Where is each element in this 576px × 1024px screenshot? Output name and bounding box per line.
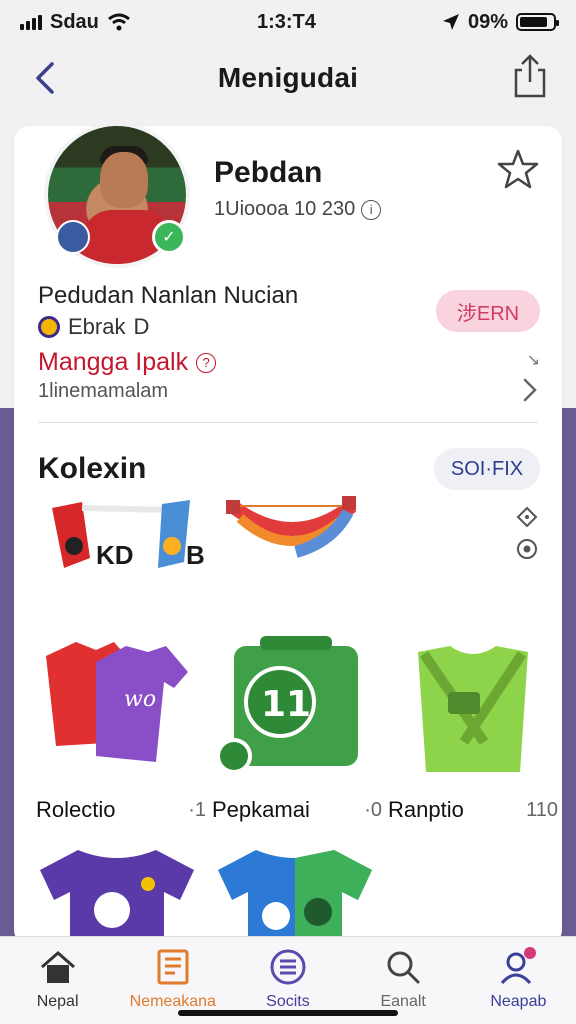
collection-item[interactable]: Ranptio 110	[388, 632, 558, 823]
tab-socits[interactable]: Socits	[233, 947, 343, 1011]
tab-label: Socits	[266, 993, 310, 1010]
search-icon	[387, 951, 420, 984]
tab-label: Eanalt	[380, 993, 426, 1010]
home-icon	[40, 951, 75, 983]
profile-name: Pebdan	[214, 156, 323, 189]
collection-item[interactable]: 11 Pepkamai ·0	[212, 632, 382, 823]
sub-badge: D	[133, 314, 150, 339]
scarf-text-b: B	[186, 540, 205, 570]
profile-icon	[501, 947, 537, 985]
menu-circle-icon	[270, 949, 306, 985]
tab-label: Nepal	[36, 993, 79, 1010]
diamond-icon[interactable]	[516, 506, 538, 528]
verified-icon: ✓	[152, 220, 186, 254]
sort-button[interactable]: SOI·FIX	[434, 448, 540, 490]
collection-title: Kolexin	[38, 452, 147, 485]
nav-bar: Menigudai	[0, 48, 576, 108]
tab-home[interactable]: Nepal	[3, 947, 113, 1011]
scarf-text-a: KD	[96, 540, 134, 570]
info-icon[interactable]: i	[361, 199, 382, 220]
profile-card: ✓ Pebdan 1Uioooa 10 230 i Pedudan Nanlan…	[14, 126, 562, 946]
tab-search[interactable]: Eanalt	[348, 947, 458, 1011]
wifi-icon	[107, 13, 130, 31]
list-icon	[157, 949, 189, 985]
status-left: Sdau	[20, 11, 131, 34]
divider	[38, 422, 538, 423]
sub-row: Ebrak D	[38, 314, 149, 340]
jersey-image: wo	[46, 642, 188, 762]
target-icon[interactable]	[516, 538, 538, 560]
earn-button[interactable]: 涉ERN	[436, 290, 540, 332]
section-title: Pedudan Nanlan Nucian	[38, 282, 299, 309]
carrier-label: Sdau	[50, 10, 99, 33]
small-arrow-icon: ↘	[526, 352, 540, 369]
team-badge-icon	[56, 220, 90, 254]
tab-profile[interactable]: Neapab	[463, 947, 573, 1011]
profile-meta: 1Uioooa 10 230 i	[214, 198, 382, 221]
svg-text:11: 11	[261, 684, 311, 725]
share-icon[interactable]	[510, 52, 550, 100]
signal-icon	[20, 14, 42, 30]
bag-image: 11	[216, 636, 358, 774]
page-title: Menigudai	[217, 62, 359, 93]
manga-link[interactable]: Mangga Ipalk ?	[38, 348, 217, 377]
svg-text:wo: wo	[124, 687, 156, 712]
collection-item[interactable]: wo Rolectio ·1	[36, 632, 206, 823]
sub-label: Ebrak	[68, 314, 126, 339]
item-name: Pepkamai	[212, 797, 310, 822]
profile-meta-text: 1Uioooa 10 230	[214, 198, 356, 220]
battery-percent: 09%	[467, 10, 508, 33]
vest-image	[418, 646, 528, 772]
avatar[interactable]: ✓	[44, 126, 190, 268]
scarf-item-2[interactable]	[222, 492, 362, 576]
item-count: ·1	[188, 798, 206, 821]
status-bar: Sdau 1:3:T4 09%	[0, 0, 576, 44]
item-count: ·0	[364, 798, 382, 821]
manga-link-label: Mangga Ipalk	[38, 348, 189, 376]
home-indicator	[178, 1010, 398, 1016]
battery-icon	[516, 13, 559, 31]
location-arrow-icon	[442, 14, 459, 30]
coin-icon	[38, 316, 60, 338]
tab-label: Nemeakana	[129, 993, 216, 1010]
tab-list[interactable]: Nemeakana	[118, 947, 228, 1011]
item-count: 110	[526, 798, 558, 821]
item-name: Rolectio	[36, 797, 116, 822]
chevron-right-icon[interactable]	[520, 374, 540, 406]
status-right: 09%	[442, 10, 559, 34]
muted-line: 1linemamalam	[38, 380, 169, 402]
tab-label: Neapab	[490, 993, 547, 1010]
blue-green-jersey-image[interactable]	[210, 840, 380, 946]
help-icon: ?	[196, 352, 217, 373]
chevron-left-icon[interactable]	[28, 56, 64, 100]
purple-jersey-image[interactable]	[32, 840, 202, 946]
status-time: 1:3:T4	[256, 10, 316, 33]
star-icon[interactable]	[496, 148, 540, 192]
item-name: Ranptio	[388, 797, 464, 822]
